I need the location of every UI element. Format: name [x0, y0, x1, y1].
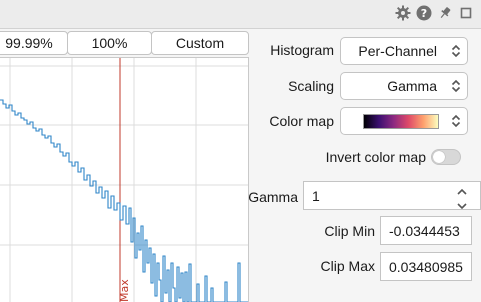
updown-chevron-icon — [445, 79, 467, 93]
invert-color-map-toggle[interactable] — [431, 149, 461, 165]
pin-icon[interactable] — [436, 4, 454, 22]
custom-range-button[interactable]: Custom — [151, 31, 249, 55]
toggle-knob — [433, 151, 445, 163]
gear-icon[interactable] — [394, 4, 412, 22]
scaling-label: Scaling — [288, 78, 334, 94]
updown-chevron-icon — [445, 114, 467, 128]
percentile-100-button[interactable]: 100% — [67, 31, 152, 55]
max-marker-label: Max — [118, 279, 131, 302]
color-map-select[interactable] — [340, 107, 468, 135]
histogram-label: Histogram — [270, 42, 334, 58]
histogram-mode-value: Per-Channel — [358, 43, 437, 59]
maximize-icon[interactable] — [457, 4, 475, 22]
clip-max-input[interactable]: 0.03480985 — [380, 252, 472, 281]
updown-chevron-icon — [445, 44, 467, 58]
color-map-label: Color map — [269, 113, 334, 129]
gamma-input[interactable]: 1 — [303, 181, 394, 210]
histogram-chart: Max — [0, 58, 248, 302]
histogram-mode-select[interactable]: Per-Channel — [340, 37, 468, 65]
scaling-select[interactable]: Gamma — [340, 72, 468, 100]
colormap-swatch — [363, 113, 439, 129]
clip-max-label: Clip Max — [320, 258, 375, 274]
histogram-plot[interactable]: Max — [0, 57, 249, 302]
gamma-label: Gamma — [248, 189, 298, 205]
title-bar: ? — [0, 0, 481, 28]
svg-text:?: ? — [421, 7, 427, 20]
gamma-stepper[interactable] — [393, 181, 481, 210]
histogram-line — [0, 99, 248, 302]
invert-color-map-label: Invert color map — [325, 149, 426, 165]
window-controls: ? — [394, 4, 475, 22]
colormap-swatch-wrap — [341, 113, 445, 129]
percentile-99-99-button[interactable]: 99.99% — [0, 31, 68, 55]
clip-min-label: Clip Min — [324, 223, 375, 239]
scaling-value: Gamma — [387, 78, 437, 94]
grid-lines — [0, 58, 248, 302]
help-icon[interactable]: ? — [415, 4, 433, 22]
clip-min-input[interactable]: -0.0344453 — [380, 216, 472, 245]
chevron-down-icon[interactable] — [456, 198, 468, 214]
